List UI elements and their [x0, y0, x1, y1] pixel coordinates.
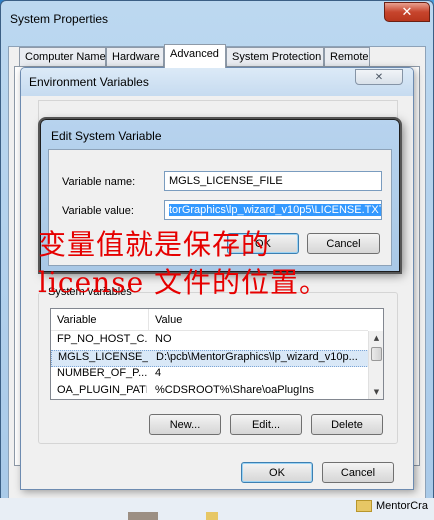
list-item[interactable]: NUMBER_OF_P... 4	[51, 367, 369, 384]
vertical-scrollbar[interactable]: ▲ ▼	[368, 331, 383, 399]
folder-icon[interactable]	[356, 500, 372, 512]
variable-value-selection: torGraphics\lp_wizard_v10p5\LICENSE.TXT	[169, 204, 381, 216]
environment-variables-title: Environment Variables	[29, 75, 149, 89]
variable-value-cell: 4	[155, 367, 162, 379]
edit-cancel-button[interactable]: Cancel	[307, 233, 380, 254]
environment-variables-close-button[interactable]: ✕	[355, 69, 403, 85]
variable-value-cell: D:\pcb\MentorGraphics\lp_wizard_v10p...	[156, 351, 358, 363]
variable-name-label: Variable name:	[62, 176, 136, 188]
tab-hardware[interactable]: Hardware	[106, 47, 164, 67]
edit-ok-button[interactable]: OK	[227, 233, 299, 254]
variable-name-cell: OA_PLUGIN_PATH	[57, 384, 147, 396]
env-cancel-button[interactable]: Cancel	[322, 462, 394, 483]
tab-advanced[interactable]: Advanced	[164, 44, 226, 68]
tab-computer-name[interactable]: Computer Name	[19, 47, 106, 67]
desktop-item-label[interactable]: MentorCra	[376, 500, 428, 512]
edit-button[interactable]: Edit...	[230, 414, 302, 435]
column-header-variable[interactable]: Variable	[51, 309, 149, 331]
scroll-down-icon[interactable]: ▼	[369, 385, 383, 399]
env-ok-button[interactable]: OK	[241, 462, 313, 483]
edit-dialog-title: Edit System Variable	[51, 129, 162, 143]
system-properties-close-button[interactable]: ✕	[384, 2, 430, 22]
variable-value-field[interactable]: torGraphics\lp_wizard_v10p5\LICENSE.TXT	[164, 200, 382, 220]
variable-value-label: Variable value:	[62, 205, 134, 217]
variable-value-cell: %CDSROOT%\Share\oaPlugIns	[155, 384, 314, 396]
new-button[interactable]: New...	[149, 414, 221, 435]
variable-value-cell: NO	[155, 333, 172, 345]
column-header-value[interactable]: Value	[149, 309, 368, 331]
list-item-selected[interactable]: MGLS_LICENSE_... D:\pcb\MentorGraphics\l…	[51, 350, 369, 367]
scroll-up-icon[interactable]: ▲	[369, 331, 383, 345]
list-item[interactable]: OA_PLUGIN_PATH %CDSROOT%\Share\oaPlugIns	[51, 384, 369, 399]
variable-name-cell: MGLS_LICENSE_...	[58, 351, 148, 363]
list-item[interactable]: FP_NO_HOST_C... NO	[51, 333, 369, 350]
tab-system-protection[interactable]: System Protection	[226, 47, 324, 67]
variable-name-cell: NUMBER_OF_P...	[57, 367, 147, 379]
scrollbar-thumb[interactable]	[371, 347, 382, 361]
folder-icon[interactable]	[206, 512, 218, 520]
system-variables-label: System variables	[46, 286, 134, 298]
system-properties-title: System Properties	[10, 12, 109, 26]
desktop-thumbnail	[128, 512, 158, 520]
variable-name-cell: FP_NO_HOST_C...	[57, 333, 147, 345]
tab-remote[interactable]: Remote	[324, 47, 370, 67]
delete-button[interactable]: Delete	[311, 414, 383, 435]
system-variables-list[interactable]: Variable Value FP_NO_HOST_C... NO MGLS_L…	[50, 308, 384, 400]
variable-name-field[interactable]: MGLS_LICENSE_FILE	[164, 171, 382, 191]
